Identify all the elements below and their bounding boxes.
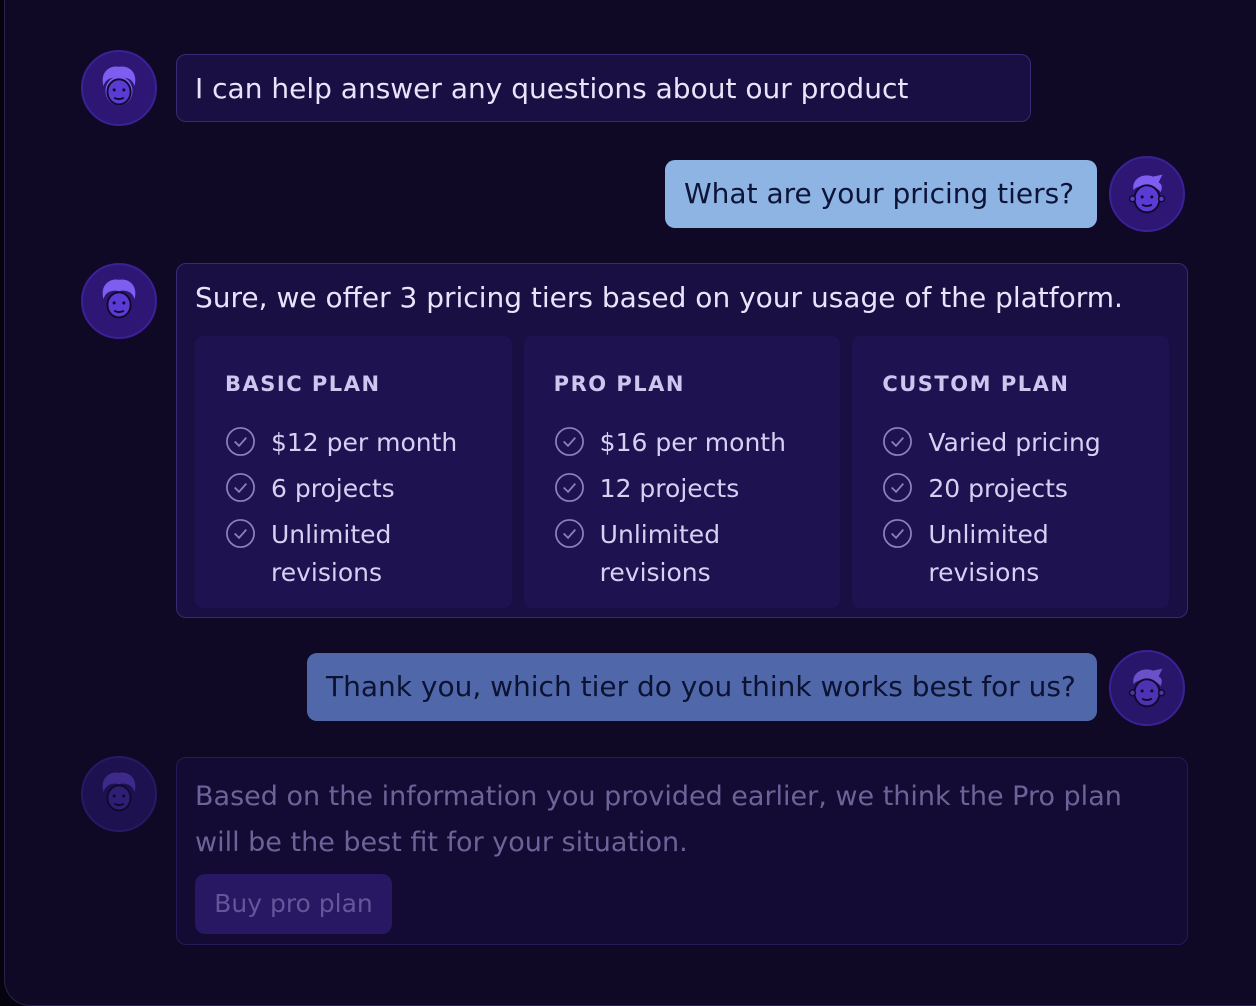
user-avatar [1109,650,1185,726]
bot-avatar-icon [102,772,136,812]
check-circle-icon [554,519,584,548]
plan-feature-text: Unlimited revisions [599,520,721,587]
plan-feature: 20 projects [882,470,1139,508]
plan-feature-text: $16 per month [599,428,786,457]
check-circle-icon [883,427,913,456]
plan-name: CUSTOM PLAN [882,372,1070,396]
plan-feature: Unlimited revisions [882,516,1139,592]
bot-avatar [81,756,157,832]
chat-panel: I can help answer any questions about ou… [4,0,1256,1006]
user-avatar-icon [1128,668,1166,708]
bot-avatar-icon [102,66,136,106]
check-circle-icon [883,519,913,548]
plan-name: BASIC PLAN [225,372,381,396]
check-circle-icon [554,473,584,502]
user-avatar [1109,156,1185,232]
plan-feature-text: Unlimited revisions [928,520,1049,587]
plan-feature: $12 per month [225,424,482,462]
bot-message-text: Based on the information you provided ea… [195,781,1122,858]
bot-message-pricing: Sure, we offer 3 pricing tiers based on … [176,263,1188,618]
user-avatar-icon [1128,174,1166,214]
user-message-followup: Thank you, which tier do you think works… [307,653,1097,721]
bot-message-text: I can help answer any questions about ou… [195,72,909,105]
plan-name: PRO PLAN [553,372,685,396]
check-circle-icon [883,473,913,502]
plan-card-custom: CUSTOM PLAN Varied pricing 20 projects U… [852,336,1170,608]
plan-feature: Varied pricing [882,424,1139,462]
plan-card-basic: BASIC PLAN $12 per month 6 projects Unli… [195,336,512,608]
user-message-pricing: What are your pricing tiers? [665,160,1097,228]
bot-message-intro: I can help answer any questions about ou… [176,54,1031,122]
check-circle-icon [226,519,255,548]
bot-message-text: Sure, we offer 3 pricing tiers based on … [195,281,1123,314]
plan-feature: Unlimited revisions [554,516,811,592]
bot-avatar-icon [102,279,136,319]
check-circle-icon [226,427,255,456]
bot-avatar [81,263,157,339]
plan-feature-text: 12 projects [599,474,740,503]
buy-pro-plan-button[interactable]: Buy pro plan [195,874,392,934]
plan-feature-text: Varied pricing [928,428,1101,457]
check-circle-icon [554,427,584,456]
plan-feature-text: 20 projects [928,474,1068,503]
user-message-text: Thank you, which tier do you think works… [326,670,1076,703]
plan-card-pro: PRO PLAN $16 per month 12 projects Unlim… [523,336,841,608]
bot-message-recommendation: Based on the information you provided ea… [176,757,1188,945]
plan-feature-text: $12 per month [271,428,458,457]
bot-avatar [81,50,157,126]
plan-feature: 6 projects [225,470,482,508]
plan-feature: 12 projects [554,470,811,508]
user-message-text: What are your pricing tiers? [684,177,1075,210]
pricing-plans: BASIC PLAN $12 per month 6 projects Unli… [195,336,1170,608]
plan-feature: $16 per month [554,424,811,462]
plan-feature-text: 6 projects [271,474,395,503]
check-circle-icon [226,473,255,502]
plan-feature-text: Unlimited revisions [271,520,392,587]
plan-feature: Unlimited revisions [225,516,482,592]
